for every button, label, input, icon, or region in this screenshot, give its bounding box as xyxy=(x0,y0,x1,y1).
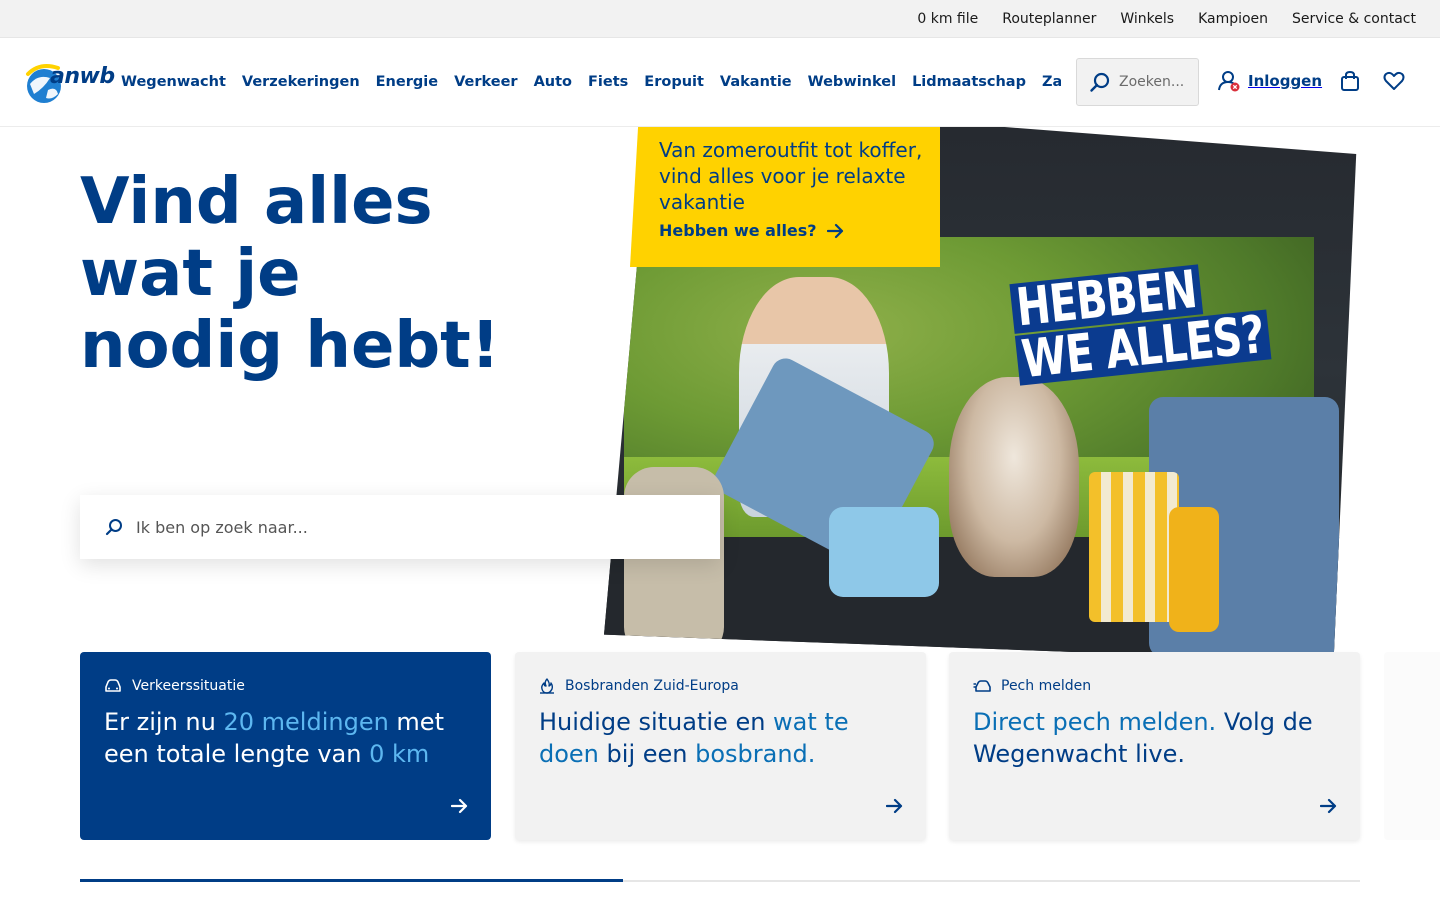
nav-search-placeholder: Zoeken... xyxy=(1119,74,1185,90)
hero-search-input[interactable]: Ik ben op zoek naar... xyxy=(80,495,720,559)
arrow-right-icon xyxy=(1320,798,1337,814)
card-header: Verkeerssituatie xyxy=(104,678,467,694)
card-highlight: bosbrand. xyxy=(695,740,816,768)
carousel-progress-indicator xyxy=(80,879,623,882)
login-button[interactable]: Inloggen xyxy=(1218,70,1322,92)
main-navigation: anwb Wegenwacht Verzekeringen Energie Ve… xyxy=(0,38,1440,127)
car-icon xyxy=(105,679,121,692)
card-highlight: 0 km xyxy=(369,740,430,768)
card-next-peek[interactable] xyxy=(1384,652,1440,840)
arrow-right-icon xyxy=(826,223,843,238)
search-icon xyxy=(1090,72,1110,92)
card-verkeerssituatie[interactable]: Verkeerssituatie Er zijn nu 20 meldingen… xyxy=(80,652,491,840)
card-text: en xyxy=(727,708,774,736)
card-text: Er zijn nu xyxy=(104,708,224,736)
cart-button[interactable] xyxy=(1339,70,1361,96)
card-label: Pech melden xyxy=(1001,678,1092,694)
card-bosbranden[interactable]: Bosbranden Zuid-Europa Huidige situatie … xyxy=(515,652,926,840)
heart-icon xyxy=(1383,71,1405,90)
nav-item-auto[interactable]: Auto xyxy=(534,74,572,90)
promo-text: Van zomeroutfit tot koffer, vind alles v… xyxy=(659,138,923,214)
topbar-link-service[interactable]: Service & contact xyxy=(1292,11,1416,27)
card-label: Bosbranden Zuid-Europa xyxy=(565,678,739,694)
nav-item-fiets[interactable]: Fiets xyxy=(588,74,628,90)
card-label: Verkeerssituatie xyxy=(132,678,245,694)
nav-item-eropuit[interactable]: Eropuit xyxy=(644,74,704,90)
nav-item-vakantie[interactable]: Vakantie xyxy=(720,74,792,90)
promo-cta-link[interactable]: Hebben we alles? xyxy=(659,221,940,240)
card-header: Pech melden xyxy=(973,678,1336,694)
hero-title: Vind alles wat je nodig hebt! xyxy=(80,165,500,383)
topbar-link-file[interactable]: 0 km file xyxy=(917,11,978,27)
nav-item-wegenwacht[interactable]: Wegenwacht xyxy=(121,74,226,90)
shopping-bag-icon xyxy=(1341,70,1359,91)
favorites-button[interactable] xyxy=(1383,70,1405,96)
arrow-right-icon xyxy=(886,798,903,814)
topbar-link-routeplanner[interactable]: Routeplanner xyxy=(1002,11,1096,27)
login-label: Inloggen xyxy=(1248,72,1323,90)
promo-cta-label: Hebben we alles? xyxy=(659,221,817,240)
utility-bar: 0 km file Routeplanner Winkels Kampioen … xyxy=(0,0,1440,38)
card-highlight: Direct pech melden. xyxy=(973,708,1217,736)
topbar-link-kampioen[interactable]: Kampioen xyxy=(1198,11,1268,27)
hero-search-placeholder: Ik ben op zoek naar... xyxy=(136,517,308,537)
card-body: Direct pech melden. Volg de Wegenwacht l… xyxy=(973,706,1336,770)
logo-text: anwb xyxy=(50,64,115,89)
search-icon xyxy=(105,519,122,536)
fire-icon xyxy=(540,678,554,694)
nav-item-zakelijk[interactable]: Zakelijk xyxy=(1042,74,1061,90)
nav-item-webwinkel[interactable]: Webwinkel xyxy=(808,74,896,90)
photo-cooler-blue xyxy=(829,507,939,597)
car-breakdown-icon xyxy=(973,680,991,692)
card-highlight: 20 meldingen xyxy=(223,708,389,736)
photo-bottle xyxy=(1169,507,1219,632)
card-pech-melden[interactable]: Pech melden Direct pech melden. Volg de … xyxy=(949,652,1360,840)
nav-item-verkeer[interactable]: Verkeer xyxy=(454,74,518,90)
nav-links: Wegenwacht Verzekeringen Energie Verkeer… xyxy=(121,74,1061,90)
user-icon xyxy=(1218,71,1240,92)
photo-dog xyxy=(949,377,1079,577)
promo-banner[interactable]: Van zomeroutfit tot koffer, vind alles v… xyxy=(630,127,940,267)
nav-item-verzekeringen[interactable]: Verzekeringen xyxy=(242,74,360,90)
nav-item-lidmaatschap[interactable]: Lidmaatschap xyxy=(912,74,1026,90)
card-body: Er zijn nu 20 meldingen met een totale l… xyxy=(104,706,467,770)
card-text: Huidige situatie xyxy=(539,708,728,736)
nav-search-button[interactable]: Zoeken... xyxy=(1076,58,1199,106)
card-body: Huidige situatie en wat te doen bij een … xyxy=(539,706,902,770)
card-header: Bosbranden Zuid-Europa xyxy=(539,678,902,694)
card-text: bij een xyxy=(598,740,696,768)
arrow-right-icon xyxy=(451,798,468,814)
nav-item-energie[interactable]: Energie xyxy=(376,74,438,90)
anwb-logo[interactable]: anwb xyxy=(24,60,115,104)
topbar-link-winkels[interactable]: Winkels xyxy=(1120,11,1174,27)
photo-striped-bag xyxy=(1089,472,1179,622)
